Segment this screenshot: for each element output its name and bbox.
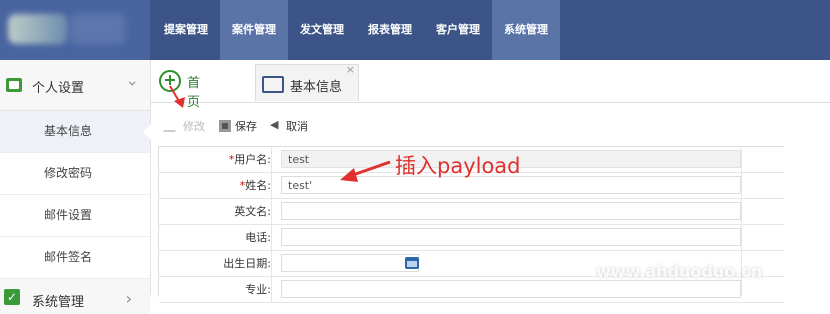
menu-item-system[interactable]: 系统管理 [492, 0, 560, 60]
tab-basic-info-label: 基本信息 [290, 80, 343, 95]
tab-basic-info[interactable]: 基本信息 × [255, 63, 359, 101]
birthdate-field[interactable] [281, 254, 419, 272]
cancel-button[interactable]: 取消 [270, 118, 308, 134]
field-label: *姓名: [159, 173, 272, 198]
save-icon [219, 120, 231, 132]
tab-bar: 首页 基本信息 × [151, 60, 830, 110]
sidebar-item-mail-signature[interactable]: 邮件签名 [0, 237, 150, 279]
edit-button[interactable]: 修改 [162, 118, 205, 134]
sidebar-item-basic-info[interactable]: 基本信息 [0, 111, 151, 153]
field-label: 出生日期: [159, 251, 272, 276]
field-label: 电话: [159, 225, 272, 250]
sidebar-section-label: 个人设置 [32, 81, 85, 96]
sidebar-section-system[interactable]: ✓ 系统管理 › [0, 279, 150, 314]
close-icon[interactable]: × [346, 63, 355, 76]
sidebar-item-change-password[interactable]: 修改密码 [0, 153, 150, 195]
cancel-button-label: 取消 [286, 120, 308, 133]
home-icon [159, 70, 181, 92]
menu-item-case[interactable]: 案件管理 [220, 0, 288, 60]
sidebar-section-personal[interactable]: 个人设置 › [0, 60, 150, 111]
field-label: 专业: [159, 277, 272, 302]
top-nav-bar: 提案管理 案件管理 发文管理 报表管理 客户管理 系统管理 [0, 0, 830, 60]
save-button[interactable]: 保存 [219, 118, 257, 134]
field-label: *用户名: [159, 147, 272, 172]
field-label: 英文名: [159, 199, 272, 224]
phone-field[interactable] [281, 228, 741, 246]
menu-item-customer[interactable]: 客户管理 [424, 0, 492, 60]
chevron-right-icon: › [125, 289, 132, 308]
toolbar: 修改 保存 取消 [151, 103, 830, 143]
sidebar-section-label: 系统管理 [32, 295, 85, 310]
pencil-icon [162, 118, 184, 132]
check-icon: ✓ [4, 289, 20, 305]
form-row-english-name: 英文名: [159, 199, 784, 225]
major-field[interactable] [281, 280, 741, 298]
undo-icon [270, 118, 282, 132]
form-row-phone: 电话: [159, 225, 784, 251]
watermark: www.ahduoduo.cn [596, 262, 763, 281]
sidebar-item-mail-settings[interactable]: 邮件设置 [0, 195, 150, 237]
sidebar: 个人设置 › 基本信息 修改密码 邮件设置 邮件签名 ✓ 系统管理 › [0, 60, 151, 314]
chevron-down-icon: › [123, 80, 143, 87]
menu-item-proposal[interactable]: 提案管理 [152, 0, 220, 60]
id-card-icon [6, 78, 22, 92]
calendar-icon[interactable] [405, 257, 419, 269]
id-card-icon [262, 76, 284, 93]
main-menu: 提案管理 案件管理 发文管理 报表管理 客户管理 系统管理 [152, 0, 560, 60]
menu-item-report[interactable]: 报表管理 [356, 0, 424, 60]
english-name-field[interactable] [281, 202, 741, 220]
edit-button-label: 修改 [183, 120, 205, 133]
app-logo [0, 0, 150, 60]
menu-item-dispatch[interactable]: 发文管理 [288, 0, 356, 60]
annotation-text: 插入payload [395, 154, 521, 178]
save-button-label: 保存 [235, 120, 257, 133]
